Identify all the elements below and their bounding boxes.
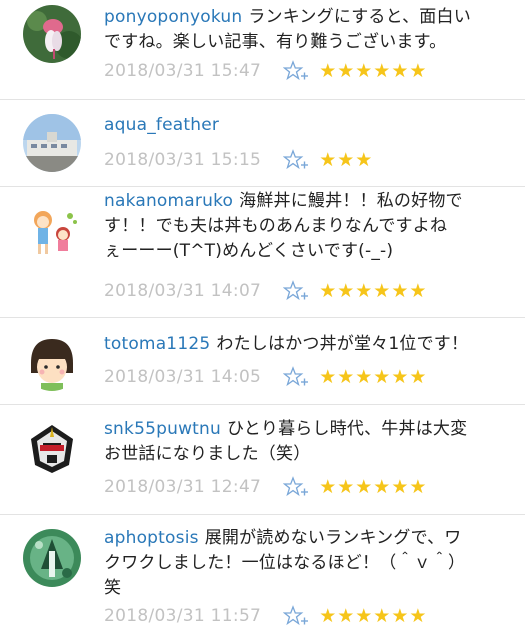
comment-meta: 2018/03/31 11:57 ★★★★★★ xyxy=(104,603,427,629)
comment-item: nakanomaruko 海鮮丼に鰻丼！！私の好物で す！！でも夫は丼ものあんまり… xyxy=(0,187,525,318)
comment-body: nakanomaruko 海鮮丼に鰻丼！！私の好物で す！！でも夫は丼ものあんまり… xyxy=(104,189,507,264)
star-rating[interactable]: ★★★★★★ xyxy=(319,476,427,498)
comment-meta: 2018/03/31 15:47 ★★★★★★ xyxy=(104,58,427,84)
username-link[interactable]: snk55puwtnu xyxy=(104,419,221,439)
star-rating[interactable]: ★★★★★★ xyxy=(319,280,427,302)
comment-text: す！！でも夫は丼ものあんまりなんですよね xyxy=(104,216,448,236)
comment-body: totoma1125 わたしはかつ丼が堂々1位です！ xyxy=(104,332,507,357)
comment-item: aqua_feather 2018/03/31 15:15 ★★★ xyxy=(0,100,525,187)
comment-item: ponyoponyokun ランキングにすると、面白い ですね。楽しい記事、有り難… xyxy=(0,0,525,100)
comment-list: ponyoponyokun ランキングにすると、面白い ですね。楽しい記事、有り難… xyxy=(0,0,525,640)
timestamp: 2018/03/31 15:15 xyxy=(104,150,262,170)
comment-item: aphoptosis 展開が読めないランキングで、ワ クワクしました！一位はなるほ… xyxy=(0,515,525,640)
comment-body: aqua_feather xyxy=(104,113,507,138)
comment-meta: 2018/03/31 15:15 ★★★ xyxy=(104,147,373,173)
comment-text: ぇーーー(T^T)めんどくさいです(-_-) xyxy=(104,241,394,261)
comment-line: aphoptosis 展開が読めないランキングで、ワ xyxy=(104,526,507,551)
kids-illustration-avatar-icon[interactable] xyxy=(23,204,81,262)
username-link[interactable]: totoma1125 xyxy=(104,334,210,354)
comment-line: totoma1125 わたしはかつ丼が堂々1位です！ xyxy=(104,332,507,357)
comment-text: クワクしました！一位はなるほど！（＾ｖ＾） xyxy=(104,553,466,573)
comment-item: snk55puwtnu ひとり暮らし時代、牛丼は大変 お世話になりました（笑） 2… xyxy=(0,405,525,515)
username-link[interactable]: aphoptosis xyxy=(104,528,199,548)
flower-avatar-icon[interactable] xyxy=(23,5,81,63)
building-photo-avatar-icon[interactable] xyxy=(23,114,81,172)
comment-body: ponyoponyokun ランキングにすると、面白い ですね。楽しい記事、有り難… xyxy=(104,5,507,55)
add-star-icon[interactable] xyxy=(283,605,309,627)
star-rating[interactable]: ★★★★★★ xyxy=(319,605,427,627)
star-rating[interactable]: ★★★★★★ xyxy=(319,366,427,388)
comment-text: 笑 xyxy=(104,578,122,598)
comment-line: aqua_feather xyxy=(104,113,507,138)
comment-line: snk55puwtnu ひとり暮らし時代、牛丼は大変 xyxy=(104,417,507,442)
comment-item: totoma1125 わたしはかつ丼が堂々1位です！ 2018/03/31 14:… xyxy=(0,318,525,405)
comment-body: aphoptosis 展開が読めないランキングで、ワ クワクしました！一位はなるほ… xyxy=(104,526,507,601)
add-star-icon[interactable] xyxy=(283,366,309,388)
girl-face-avatar-icon[interactable] xyxy=(23,333,81,391)
add-star-icon[interactable] xyxy=(283,149,309,171)
green-character-avatar-icon[interactable] xyxy=(23,529,81,587)
timestamp: 2018/03/31 11:57 xyxy=(104,606,262,626)
comment-line: nakanomaruko 海鮮丼に鰻丼！！私の好物で xyxy=(104,189,507,214)
username-link[interactable]: aqua_feather xyxy=(104,115,219,135)
timestamp: 2018/03/31 12:47 xyxy=(104,477,262,497)
timestamp: 2018/03/31 14:07 xyxy=(104,281,262,301)
add-star-icon[interactable] xyxy=(283,476,309,498)
star-rating[interactable]: ★★★★★★ xyxy=(319,60,427,82)
comment-line: ponyoponyokun ランキングにすると、面白い xyxy=(104,5,507,30)
comment-text: 展開が読めないランキングで、ワ xyxy=(204,528,462,548)
username-link[interactable]: ponyoponyokun xyxy=(104,7,242,27)
username-link[interactable]: nakanomaruko xyxy=(104,191,233,211)
comment-meta: 2018/03/31 12:47 ★★★★★★ xyxy=(104,474,427,500)
timestamp: 2018/03/31 15:47 xyxy=(104,61,262,81)
comment-text: 海鮮丼に鰻丼！！私の好物で xyxy=(239,191,463,211)
comment-meta: 2018/03/31 14:07 ★★★★★★ xyxy=(104,278,427,304)
comment-body: snk55puwtnu ひとり暮らし時代、牛丼は大変 お世話になりました（笑） xyxy=(104,417,507,467)
add-star-icon[interactable] xyxy=(283,60,309,82)
star-rating[interactable]: ★★★ xyxy=(319,149,373,171)
comment-text: ランキングにすると、面白い xyxy=(248,7,471,27)
add-star-icon[interactable] xyxy=(283,280,309,302)
timestamp: 2018/03/31 14:05 xyxy=(104,367,262,387)
robot-head-avatar-icon[interactable] xyxy=(23,419,81,477)
comment-text: わたしはかつ丼が堂々1位です！ xyxy=(216,334,469,354)
comment-text: ですね。楽しい記事、有り難うございます。 xyxy=(104,32,447,52)
comment-meta: 2018/03/31 14:05 ★★★★★★ xyxy=(104,364,427,390)
comment-text: ひとり暮らし時代、牛丼は大変 xyxy=(227,419,468,439)
comment-text: お世話になりました（笑） xyxy=(104,444,311,464)
